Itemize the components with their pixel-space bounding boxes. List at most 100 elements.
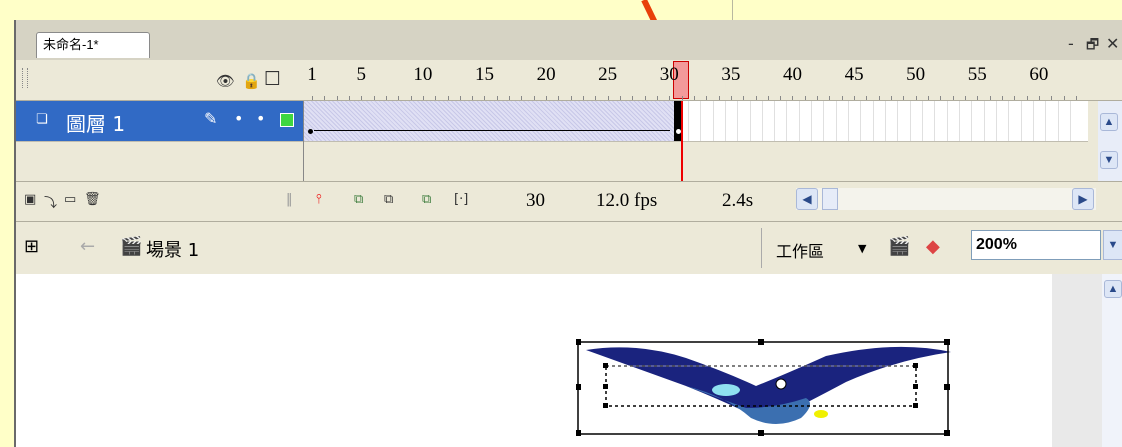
stage-scroll-up-icon[interactable]: ▲ — [1104, 280, 1122, 298]
scene-clapper-icon: 🎬 — [120, 236, 143, 257]
back-arrow-icon[interactable]: ← — [80, 236, 95, 257]
ruler-minor-tick — [829, 96, 831, 100]
frame-cell-divider — [786, 101, 788, 141]
ruler-minor-tick — [718, 96, 720, 100]
ruler-tick-20[interactable]: 20 — [537, 64, 556, 86]
layer-page-icon: ❏ — [36, 112, 48, 127]
ruler-minor-tick — [841, 96, 843, 100]
ruler-tick-45[interactable]: 45 — [845, 64, 864, 86]
frame-cell-divider — [872, 101, 874, 141]
workspace-menu[interactable]: 工作區 — [776, 238, 824, 262]
pencil-icon[interactable]: ✎ — [204, 109, 217, 128]
outline-color-box[interactable] — [280, 113, 294, 127]
empty-frame-area — [304, 141, 1088, 182]
frame-cell-divider — [946, 101, 948, 141]
frame-cell-divider — [823, 101, 825, 141]
ruler-minor-tick — [595, 96, 597, 100]
document-tab-bar: 未命名-1* - 🗗 ✕ — [16, 20, 1122, 60]
scroll-left-icon[interactable]: ◀ — [796, 188, 818, 210]
grip-handle[interactable] — [22, 68, 28, 88]
ruler-minor-tick — [398, 96, 400, 100]
ruler-minor-tick — [804, 96, 806, 100]
ruler-minor-tick — [817, 96, 819, 100]
ruler-tick-15[interactable]: 15 — [475, 64, 494, 86]
ruler-minor-tick — [656, 96, 658, 100]
frame-cell-divider — [761, 101, 763, 141]
start-keyframe[interactable] — [308, 129, 313, 134]
ruler-tick-10[interactable]: 10 — [413, 64, 432, 86]
ruler-tick-30[interactable]: 30 — [660, 64, 679, 86]
scroll-up-icon[interactable]: ▲ — [1100, 113, 1118, 131]
frame-cell-divider — [909, 101, 911, 141]
frame-ruler[interactable]: 1 5 10 15 20 25 30 35 40 45 50 55 60 — [304, 60, 1122, 100]
frame-cell-divider — [724, 101, 726, 141]
frame-cell-divider — [897, 101, 899, 141]
frame-cell-divider — [983, 101, 985, 141]
onion-outline-icon[interactable]: ⧉ — [384, 192, 393, 207]
delete-layer-icon[interactable]: 🗑 — [84, 192, 101, 207]
scene-label[interactable]: 場景 1 — [146, 236, 199, 262]
ruler-minor-tick — [706, 96, 708, 100]
minimize-icon[interactable]: - — [1068, 34, 1074, 53]
ruler-tick-5[interactable]: 5 — [357, 64, 367, 86]
frame-cell-divider — [958, 101, 960, 141]
ruler-tick-40[interactable]: 40 — [783, 64, 802, 86]
bird-symbol[interactable] — [576, 338, 956, 438]
layer-row[interactable]: ❏ 圖層 1 ✎ • • — [16, 101, 303, 141]
edit-bar: ⊞ ← 🎬 場景 1 工作區 ▼ 🎬 ◆ 200% ▼ — [16, 221, 1122, 275]
edit-scene-icon[interactable]: 🎬 — [888, 236, 910, 257]
ruler-tick-35[interactable]: 35 — [721, 64, 740, 86]
stage-canvas[interactable] — [16, 274, 1052, 447]
ruler-minor-tick — [484, 96, 486, 100]
ruler-tick-60[interactable]: 60 — [1029, 64, 1048, 86]
workspace-dropdown-icon[interactable]: ▼ — [858, 242, 866, 255]
ruler-tick-1[interactable]: 1 — [307, 64, 317, 86]
ruler-minor-tick — [361, 96, 363, 100]
ruler-minor-tick — [472, 96, 474, 100]
timeline-toggle-icon[interactable]: ⊞ — [24, 236, 39, 257]
document-tab[interactable]: 未命名-1* — [36, 32, 150, 58]
close-icon[interactable]: ✕ — [1106, 34, 1119, 53]
outline-icon[interactable]: ☐ — [264, 68, 281, 90]
insert-folder-icon[interactable]: ▭ — [64, 192, 76, 207]
elapsed-time: 2.4s — [722, 190, 754, 211]
layer-scroll: ▲ — [1098, 101, 1122, 141]
ruler-tick-25[interactable]: 25 — [598, 64, 617, 86]
edit-multiple-frames-icon[interactable]: ⧉ — [422, 192, 431, 207]
edit-symbols-icon[interactable]: ◆ — [926, 236, 940, 257]
lock-dot-icon[interactable]: • — [256, 109, 265, 128]
insert-layer-icon[interactable]: ▣ — [24, 192, 36, 207]
ruler-minor-tick — [1014, 96, 1016, 100]
ruler-tick-55[interactable]: 55 — [968, 64, 987, 86]
timeline-hscroll[interactable]: ◀ ▶ — [796, 188, 1096, 210]
ruler-minor-tick — [435, 96, 437, 100]
ruler-minor-tick — [509, 96, 511, 100]
frame-cell-divider — [995, 101, 997, 141]
eye-icon[interactable]: 👁 — [216, 72, 235, 90]
ruler-tick-50[interactable]: 50 — [906, 64, 925, 86]
center-frame-icon[interactable]: ⫯ — [316, 192, 322, 207]
motion-guide-icon[interactable]: ⤵ — [44, 192, 57, 211]
current-frame: 30 — [526, 190, 545, 211]
restore-icon[interactable]: 🗗 — [1086, 34, 1099, 58]
layer-frames[interactable] — [304, 101, 1088, 141]
resize-grip-icon[interactable]: ‖ — [286, 192, 293, 207]
pasteboard — [1052, 274, 1102, 447]
ruler-minor-tick — [854, 96, 856, 100]
lock-icon[interactable]: 🔒 — [242, 72, 261, 90]
scroll-right-icon[interactable]: ▶ — [1072, 188, 1094, 210]
ruler-minor-tick — [570, 96, 572, 100]
onion-skin-icon[interactable]: ⧉ — [354, 192, 363, 207]
visibility-dot-icon[interactable]: • — [234, 109, 243, 128]
motion-tween-span[interactable] — [304, 101, 674, 141]
zoom-dropdown-icon[interactable]: ▼ — [1103, 230, 1122, 260]
modify-markers-icon[interactable]: [·] — [454, 192, 468, 207]
ruler-minor-tick — [977, 96, 979, 100]
scroll-down-icon[interactable]: ▼ — [1100, 151, 1118, 169]
ruler-minor-tick — [496, 96, 498, 100]
hscroll-thumb[interactable] — [822, 188, 838, 210]
zoom-input[interactable]: 200% — [971, 230, 1101, 260]
frame-rate[interactable]: 12.0 fps — [596, 190, 657, 212]
stage-vscroll[interactable]: ▲ — [1102, 274, 1122, 447]
ruler-minor-tick — [373, 96, 375, 100]
